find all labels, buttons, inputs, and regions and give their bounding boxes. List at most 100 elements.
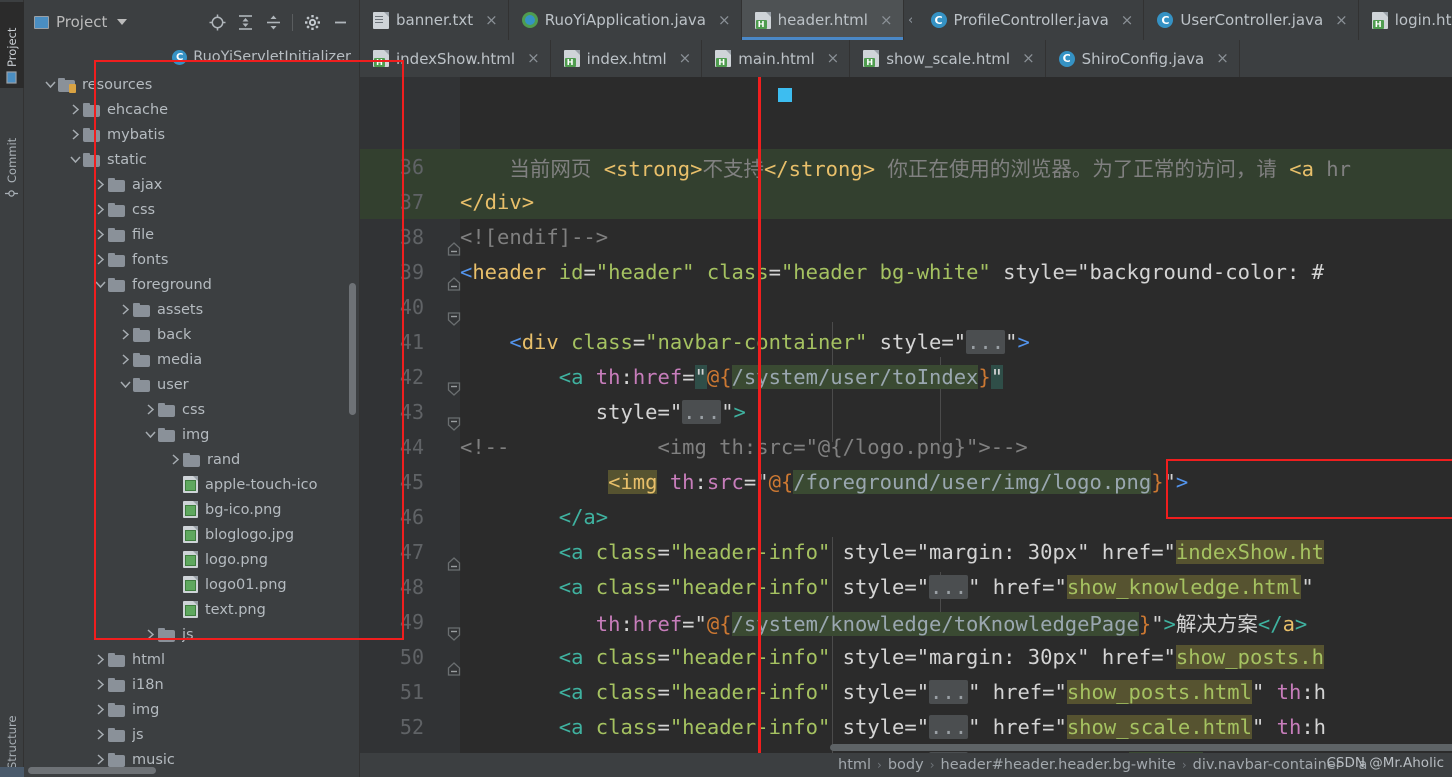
tool-window-button-project[interactable]: Project (0, 2, 24, 88)
chevron-right-icon[interactable] (67, 127, 83, 143)
tree-node-folder[interactable]: file (24, 222, 359, 247)
tree-node-folder[interactable]: assets (24, 297, 359, 322)
locate-target-icon[interactable] (204, 9, 230, 35)
close-icon[interactable]: × (1022, 51, 1035, 66)
folder-icon (108, 652, 125, 667)
editor-tab[interactable]: login.html× (1359, 0, 1452, 40)
close-icon[interactable]: × (880, 12, 893, 28)
image-file-icon (183, 576, 198, 593)
chevron-right-icon[interactable] (92, 727, 108, 743)
chevron-right-icon[interactable] (92, 177, 108, 193)
tree-node-folder[interactable]: img (24, 697, 359, 722)
folder-icon (158, 627, 175, 642)
chevron-down-icon[interactable] (142, 427, 158, 443)
close-icon[interactable]: × (827, 51, 840, 66)
editor-tab[interactable]: index.html × (551, 40, 703, 77)
tree-node-file[interactable]: apple-touch-ico (24, 472, 359, 497)
tree-node-folder[interactable]: js (24, 622, 359, 647)
close-icon[interactable]: × (1335, 12, 1348, 28)
chevron-right-icon[interactable] (92, 702, 108, 718)
code-editor[interactable]: 36 当前网页 <strong>不支持</strong> 你正在使用的浏览器。为… (360, 77, 1452, 753)
expand-all-icon[interactable] (232, 9, 258, 35)
line-number: 46 (399, 504, 424, 529)
editor-tab[interactable]: C UserController.java × (1144, 0, 1359, 40)
close-icon[interactable]: × (485, 12, 498, 28)
editor-tab[interactable]: C ShiroConfig.java × (1046, 40, 1240, 77)
chevron-down-icon[interactable] (92, 277, 108, 293)
chevron-right-icon[interactable] (67, 102, 83, 118)
tree-node-folder[interactable]: user (24, 372, 359, 397)
editor-tab[interactable]: RuoYiApplication.java × (509, 0, 742, 40)
breadcrumb-item[interactable]: header#header.header.bg-white (941, 757, 1176, 773)
tree-node-folder[interactable]: back (24, 322, 359, 347)
css-color-swatch[interactable] (778, 88, 792, 102)
settings-gear-icon[interactable] (299, 9, 325, 35)
tree-node-folder[interactable]: html (24, 647, 359, 672)
chevron-right-icon[interactable] (142, 627, 158, 643)
editor-tab[interactable]: main.html × (702, 40, 851, 77)
close-icon[interactable]: × (1216, 51, 1229, 66)
chevron-right-icon[interactable] (142, 402, 158, 418)
close-icon[interactable]: × (1121, 12, 1134, 28)
tool-window-button-commit[interactable]: Commit (0, 120, 24, 204)
tree-node-file[interactable]: text.png (24, 597, 359, 622)
breadcrumb-item[interactable]: html (838, 757, 871, 773)
tree-node-label: i18n (132, 676, 164, 693)
chevron-down-icon[interactable] (117, 377, 133, 393)
tree-node-folder[interactable]: i18n (24, 672, 359, 697)
chevron-right-icon[interactable] (92, 752, 108, 768)
editor-tab[interactable]: header.html × (741, 0, 904, 40)
tree-node-folder[interactable]: img (24, 422, 359, 447)
tree-node-file[interactable]: bg-ico.png (24, 497, 359, 522)
chevron-right-icon[interactable] (92, 677, 108, 693)
tree-node-label: back (157, 326, 192, 343)
project-file-tree[interactable]: resources ehcache mybatis static ajax css file… (24, 70, 359, 777)
chevron-right-icon[interactable] (167, 452, 183, 468)
chevron-right-icon[interactable] (92, 202, 108, 218)
line-content: <div class="navbar-container" style="...… (509, 329, 1030, 354)
tree-node-folder[interactable]: foreground (24, 272, 359, 297)
tree-node-folder[interactable]: css (24, 197, 359, 222)
chevron-right-icon[interactable] (117, 302, 133, 318)
close-icon[interactable]: × (527, 51, 540, 66)
tool-window-button-structure[interactable]: Structure (0, 687, 24, 773)
editor-tab[interactable]: indexShow.html × (360, 40, 551, 77)
chevron-right-icon[interactable] (92, 227, 108, 243)
tree-horizontal-scrollbar[interactable] (28, 767, 156, 774)
editor-tab-label: show_scale.html (886, 49, 1011, 68)
tab-scroll-left-icon[interactable]: ‹ (903, 0, 918, 40)
project-view-selector[interactable]: Project (34, 13, 128, 31)
editor-tab[interactable]: banner.txt × (360, 0, 509, 40)
tree-node-file[interactable]: bloglogo.jpg (24, 522, 359, 547)
breadcrumb-item[interactable]: div.navbar-container (1193, 757, 1342, 773)
java-class-icon: C (172, 49, 188, 65)
chevron-down-icon[interactable] (67, 152, 83, 168)
tree-node-folder[interactable]: mybatis (24, 122, 359, 147)
tree-node-file[interactable]: logo.png (24, 547, 359, 572)
tree-node-folder[interactable]: ehcache (24, 97, 359, 122)
chevron-right-icon[interactable] (92, 252, 108, 268)
chevron-right-icon[interactable] (117, 352, 133, 368)
tree-node-folder[interactable]: js (24, 722, 359, 747)
tree-node-folder[interactable]: fonts (24, 247, 359, 272)
tree-node-folder[interactable]: static (24, 147, 359, 172)
tree-node-folder[interactable]: resources (24, 72, 359, 97)
close-icon[interactable]: × (718, 12, 731, 28)
tree-node-folder[interactable]: media (24, 347, 359, 372)
chevron-down-icon[interactable] (42, 77, 58, 93)
tree-node-file[interactable]: logo01.png (24, 572, 359, 597)
close-icon[interactable]: × (679, 51, 692, 66)
tree-vertical-scrollbar[interactable] (349, 283, 356, 415)
breadcrumb-item[interactable]: body (888, 757, 924, 773)
tree-node-folder[interactable]: rand (24, 447, 359, 472)
tree-node-folder[interactable]: css (24, 397, 359, 422)
collapse-all-icon[interactable] (260, 9, 286, 35)
editor-horizontal-scrollbar[interactable] (830, 744, 1452, 751)
chevron-right-icon[interactable] (92, 652, 108, 668)
tree-node-label: html (132, 651, 166, 668)
editor-tab[interactable]: C ProfileController.java × (918, 0, 1145, 40)
chevron-right-icon[interactable] (117, 327, 133, 343)
tree-node-folder[interactable]: ajax (24, 172, 359, 197)
editor-tab[interactable]: show_scale.html × (850, 40, 1046, 77)
minimize-icon[interactable] (327, 9, 353, 35)
